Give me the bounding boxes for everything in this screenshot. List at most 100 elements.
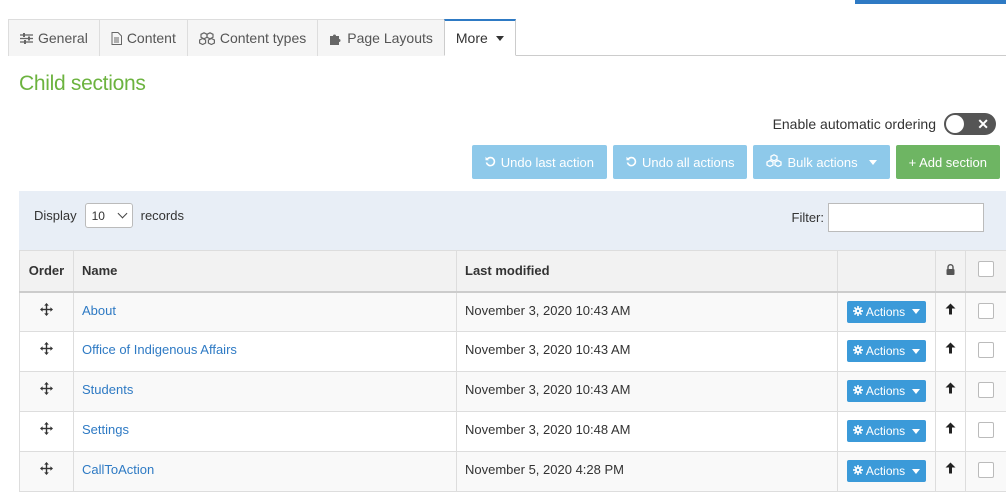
move-up-cell [935,291,966,332]
row-actions-button[interactable]: Actions [846,300,927,323]
section-name-link[interactable]: Office of Indigenous Affairs [82,342,237,357]
caret-down-icon [912,348,921,354]
section-name-link[interactable]: Students [82,382,133,397]
name-cell: Students [73,371,457,412]
name-cell: About [73,291,457,332]
arrow-up-icon[interactable] [945,422,956,437]
column-header-select-all [965,250,1006,293]
move-icon[interactable] [40,302,53,319]
tab-label: More [455,30,488,46]
bulk-actions-button[interactable]: Bulk actions [753,145,890,179]
display-control: Display 10 records [34,203,184,228]
tab-content[interactable]: Content [98,19,188,56]
actions-cell: Actions [837,371,936,412]
arrow-up-icon[interactable] [945,342,956,357]
column-header-actions [837,250,936,293]
filter-control: Filter: [791,203,984,232]
arrow-up-icon[interactable] [945,462,956,477]
actions-cell: Actions [837,411,936,452]
move-up-cell [935,371,966,412]
gear-icon [852,384,863,398]
table-row: Students November 3, 2020 10:43 AM Actions [19,371,1006,412]
chevron-down-icon [117,208,128,219]
select-all-checkbox[interactable] [978,261,994,278]
records-per-page-select[interactable]: 10 [84,203,133,228]
select-cell [965,411,1006,452]
actions-cell: Actions [837,331,936,372]
undo-last-button[interactable]: Undo last action [471,145,607,179]
row-actions-button[interactable]: Actions [846,420,927,442]
auto-ordering-control: Enable automatic ordering ✕ [773,113,996,135]
column-header-order[interactable]: Order [19,250,74,293]
undo-icon [626,155,637,170]
child-sections-table: Order Name Last modified About November 3… [19,250,1006,492]
undo-icon [485,155,496,170]
gear-icon [852,305,863,319]
row-checkbox[interactable] [978,422,994,438]
name-cell: CallToAction [73,451,457,492]
column-header-lock [935,250,966,293]
order-cell [19,331,74,372]
undo-all-button[interactable]: Undo all actions [612,145,748,179]
undo-last-label: Undo last action [500,154,594,170]
gear-icon [852,424,863,438]
table-row: Office of Indigenous Affairs November 3, … [19,331,1006,372]
tab-page-layouts[interactable]: Page Layouts [317,19,445,56]
gear-icon [852,464,863,478]
bulk-actions-label: Bulk actions [787,154,858,170]
cubes-icon [198,31,215,45]
section-name-link[interactable]: About [82,303,116,318]
column-header-name[interactable]: Name [73,250,457,293]
last-modified-cell: November 3, 2020 10:43 AM [456,371,838,412]
row-actions-label: Actions [865,304,906,319]
move-icon[interactable] [40,382,53,398]
row-actions-label: Actions [865,384,906,398]
toggle-knob [946,115,964,133]
move-icon[interactable] [40,462,53,478]
row-checkbox[interactable] [978,382,994,398]
auto-ordering-toggle[interactable]: ✕ [944,113,996,135]
order-cell [19,291,74,332]
row-checkbox[interactable] [978,302,994,319]
move-icon[interactable] [40,342,53,358]
cubes-icon [766,154,783,170]
row-actions-label: Actions [865,344,906,358]
add-section-button[interactable]: + Add section [895,145,1000,179]
select-cell [965,371,1006,412]
tab-general[interactable]: General [8,19,100,56]
filter-label: Filter: [791,210,825,225]
order-cell [19,411,74,452]
table-header-row: Order Name Last modified [19,250,1006,293]
arrow-up-icon[interactable] [945,303,956,318]
tab-label: General [38,30,88,46]
filter-input[interactable] [828,203,984,232]
row-actions-button[interactable]: Actions [846,460,927,482]
row-actions-button[interactable]: Actions [846,340,927,362]
move-up-cell [935,331,966,372]
move-icon[interactable] [40,422,53,438]
close-icon: ✕ [977,116,989,132]
order-cell [19,371,74,412]
arrow-up-icon[interactable] [945,382,956,397]
order-cell [19,451,74,492]
toolbar: Undo last action Undo all actions Bulk a… [471,145,1000,179]
last-modified-cell: November 3, 2020 10:48 AM [456,411,838,452]
tab-label: Page Layouts [347,30,433,46]
column-header-last-modified[interactable]: Last modified [456,250,838,293]
puzzle-icon [329,32,342,45]
tab-label: Content types [219,30,307,46]
row-checkbox[interactable] [978,462,994,478]
caret-down-icon [912,428,921,434]
records-per-page-value: 10 [91,208,105,223]
last-modified-cell: November 3, 2020 10:43 AM [456,291,838,332]
last-modified-cell: November 3, 2020 10:43 AM [456,331,838,372]
move-up-cell [935,411,966,452]
tab-content-types[interactable]: Content types [186,19,319,56]
row-checkbox[interactable] [978,342,994,358]
row-actions-button[interactable]: Actions [846,380,927,402]
section-name-link[interactable]: CallToAction [82,462,154,477]
caret-down-icon [868,159,877,165]
section-name-link[interactable]: Settings [82,422,129,437]
tab-more[interactable]: More [443,19,516,56]
last-modified-cell: November 5, 2020 4:28 PM [456,451,838,492]
